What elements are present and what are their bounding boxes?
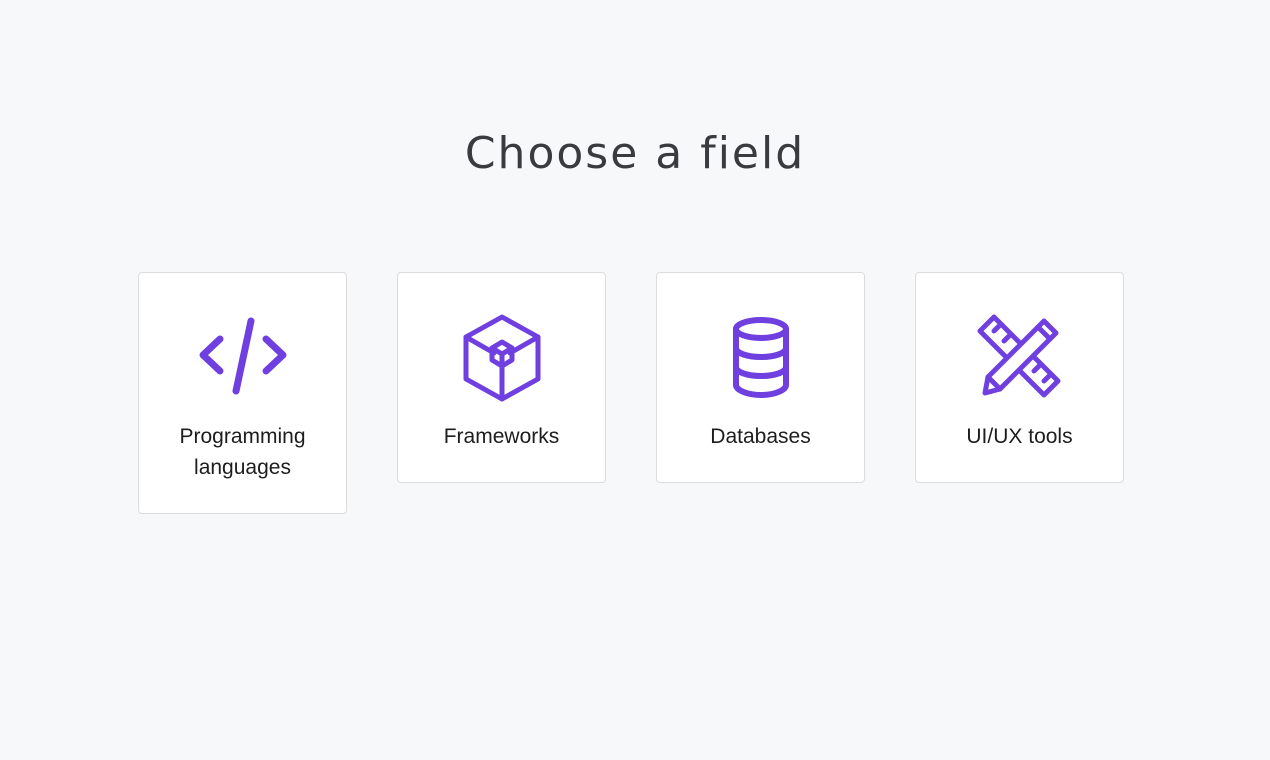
cube-icon	[454, 309, 550, 405]
code-icon	[195, 309, 291, 405]
page-title: Choose a field	[464, 128, 806, 179]
card-databases[interactable]: Databases	[656, 272, 865, 483]
card-frameworks[interactable]: Frameworks	[397, 272, 606, 483]
card-label: Databases	[710, 425, 811, 448]
field-cards: Programming languages Frameworks Databas…	[138, 272, 1124, 514]
ruler-pencil-icon	[972, 309, 1068, 405]
card-programming-languages[interactable]: Programming languages	[138, 272, 347, 514]
card-label: Frameworks	[443, 425, 560, 448]
card-label: UI/UX tools	[966, 425, 1073, 448]
database-icon	[713, 309, 809, 405]
card-ui-ux-tools[interactable]: UI/UX tools	[915, 272, 1124, 483]
page: Choose a field Programming languages Fra…	[0, 0, 1270, 760]
card-label: Programming languages	[179, 425, 306, 479]
